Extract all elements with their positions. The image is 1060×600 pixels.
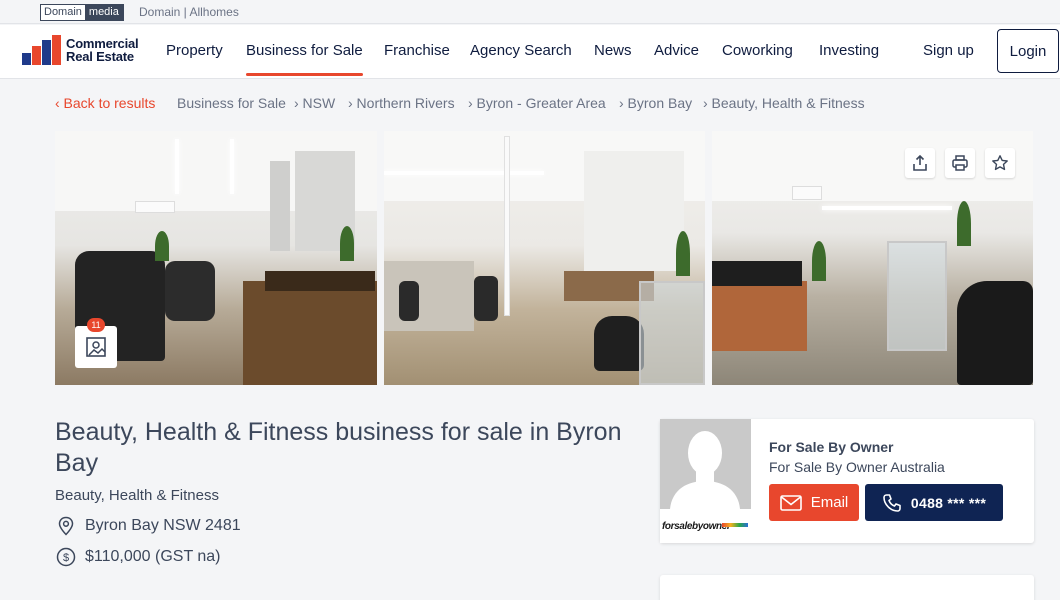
share-button[interactable] [905, 148, 935, 178]
gallery-count-button[interactable] [75, 326, 117, 368]
nav-advice[interactable]: Advice [654, 42, 699, 59]
email-agent-button[interactable]: Email [769, 484, 859, 521]
gallery-image-icon [86, 337, 106, 357]
agent-name[interactable]: For Sale By Owner [769, 439, 893, 455]
star-icon [992, 155, 1008, 171]
email-label: Email [810, 494, 849, 511]
nav-news[interactable]: News [594, 42, 632, 59]
commercial-real-estate-logo[interactable]: Commercial Real Estate [22, 35, 139, 65]
listing-location-row: Byron Bay NSW 2481 [55, 515, 241, 537]
print-icon [952, 155, 968, 171]
login-button[interactable]: Login [997, 29, 1059, 73]
logo-bars-icon [22, 35, 62, 65]
main-nav: Commercial Real Estate Property Business… [0, 25, 1060, 79]
nav-business-for-sale[interactable]: Business for Sale [246, 42, 363, 59]
email-icon [779, 494, 802, 511]
listing-location: Byron Bay NSW 2481 [85, 517, 241, 534]
agent-card: forsalebyowner For Sale By Owner For Sal… [660, 419, 1034, 543]
listing-title: Beauty, Health & Fitness business for sa… [55, 418, 622, 477]
nav-franchise[interactable]: Franchise [384, 42, 450, 59]
gallery-photo-2[interactable] [384, 131, 705, 385]
call-agent-button[interactable]: 0488 *** *** [865, 484, 1003, 521]
domain-label: Domain [41, 5, 85, 20]
location-pin-icon [55, 515, 77, 537]
phone-icon [883, 493, 901, 512]
breadcrumb-item[interactable]: Business for Sale [177, 95, 286, 111]
agency-logo-stripe [722, 523, 748, 527]
agent-avatar: forsalebyowner [660, 419, 751, 543]
photo-count-badge: 11 [87, 318, 105, 332]
nav-property[interactable]: Property [166, 42, 223, 59]
breadcrumb-item[interactable]: › Northern Rivers [348, 95, 455, 111]
back-to-results-link[interactable]: ‹ Back to results [55, 95, 155, 111]
listing-price: $110,000 (GST na) [85, 548, 221, 565]
nav-investing[interactable]: Investing [819, 42, 879, 59]
domain-topbar: Domain media Domain | Allhomes [0, 0, 1060, 24]
logo-text: Commercial Real Estate [66, 36, 139, 64]
phone-label: 0488 *** *** [910, 494, 987, 511]
print-button[interactable] [945, 148, 975, 178]
listing-price-row: $ $110,000 (GST na) [55, 546, 221, 568]
share-icon [913, 154, 927, 171]
enquiry-card [660, 575, 1034, 600]
agency-logo: forsalebyowner [662, 521, 731, 532]
listing-category: Beauty, Health & Fitness [55, 487, 219, 504]
domain-network-links[interactable]: Domain | Allhomes [139, 5, 239, 19]
agent-agency[interactable]: For Sale By Owner Australia [769, 459, 945, 475]
nav-agency-search[interactable]: Agency Search [470, 42, 572, 59]
nav-coworking[interactable]: Coworking [722, 42, 793, 59]
domain-media-badge[interactable]: Domain media [40, 4, 124, 21]
breadcrumb-item[interactable]: › Byron Bay [619, 95, 692, 111]
breadcrumb-item[interactable]: › NSW [294, 95, 335, 111]
dollar-circle-icon: $ [55, 546, 77, 568]
svg-text:$: $ [63, 552, 69, 564]
breadcrumb-item[interactable]: › Byron - Greater Area [468, 95, 606, 111]
active-nav-underline [246, 73, 363, 76]
signup-link[interactable]: Sign up [923, 42, 974, 59]
breadcrumb-item: › Beauty, Health & Fitness [703, 95, 865, 111]
media-label: media [84, 5, 123, 20]
save-favourite-button[interactable] [985, 148, 1015, 178]
